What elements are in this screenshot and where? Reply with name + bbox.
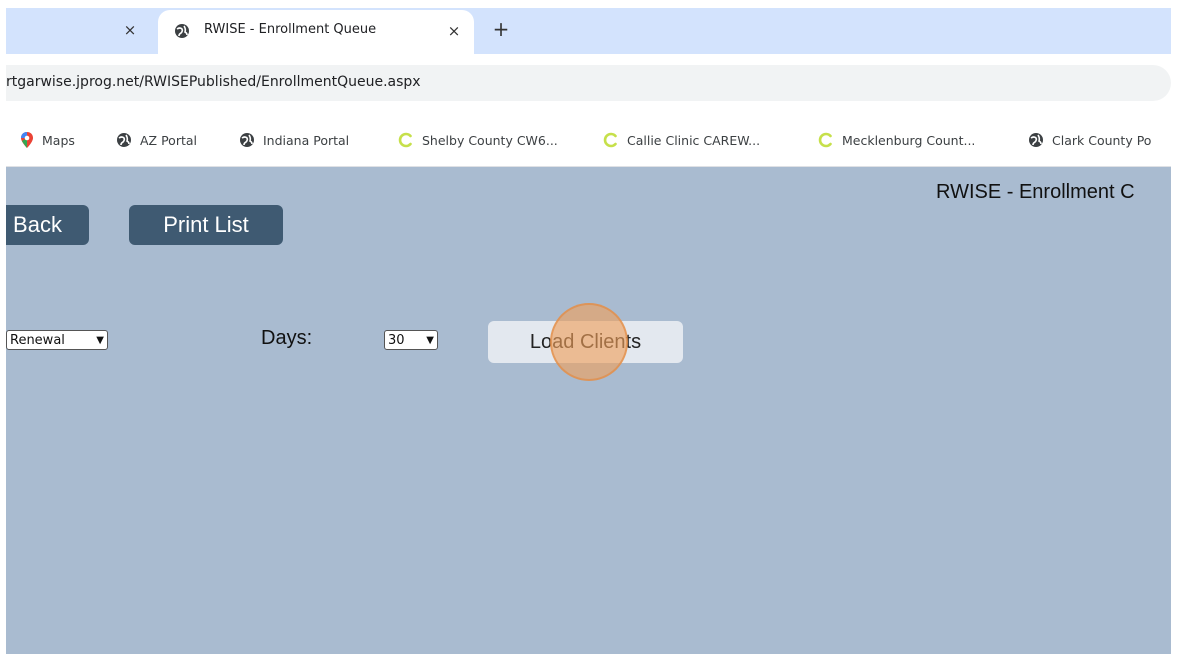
maps-pin-icon: [21, 132, 33, 148]
globe-icon: [1029, 133, 1043, 147]
enrollment-type-value: Renewal: [10, 332, 65, 348]
browser-toolbar: rtgarwise.jprog.net/RWISEPublished/Enrol…: [6, 54, 1171, 112]
chevron-down-icon: ▼: [426, 334, 434, 346]
new-tab-icon[interactable]: +: [488, 16, 514, 42]
tab-enrollment-queue[interactable]: RWISE - Enrollment Queue ×: [158, 10, 474, 54]
globe-icon: [117, 133, 131, 147]
bookmark-maps[interactable]: Maps: [20, 130, 75, 150]
bookmark-clark-county[interactable]: Clark County Po: [1028, 130, 1151, 150]
page-title: RWISE - Enrollment C: [936, 181, 1135, 203]
loading-c-icon: [818, 132, 832, 148]
bookmark-label: Clark County Po: [1052, 132, 1152, 148]
bookmarks-bar: Maps AZ Portal Indiana Portal Shelby Cou…: [6, 112, 1171, 167]
bookmark-az-portal[interactable]: AZ Portal: [116, 130, 197, 150]
address-url: rtgarwise.jprog.net/RWISEPublished/Enrol…: [6, 74, 421, 90]
bookmark-indiana-portal[interactable]: Indiana Portal: [239, 130, 349, 150]
globe-icon: [240, 133, 254, 147]
tab-close-icon[interactable]: ×: [442, 19, 466, 43]
browser-window: × RWISE - Enrollment Queue × + rtgarwise…: [6, 8, 1171, 654]
loading-c-icon: [398, 132, 412, 148]
enrollment-type-select[interactable]: Renewal ▼: [6, 330, 108, 350]
bookmark-mecklenburg-county[interactable]: Mecklenburg Count...: [818, 130, 975, 150]
bookmark-label: Indiana Portal: [263, 132, 350, 148]
tab-strip: × RWISE - Enrollment Queue × +: [6, 8, 1171, 54]
bookmark-label: AZ Portal: [140, 132, 198, 148]
previous-tab-close-icon[interactable]: ×: [118, 18, 142, 42]
address-bar[interactable]: rtgarwise.jprog.net/RWISEPublished/Enrol…: [6, 65, 1171, 101]
bookmark-shelby-county[interactable]: Shelby County CW6...: [398, 130, 558, 150]
days-select[interactable]: 30 ▼: [384, 330, 438, 350]
bookmark-label: Callie Clinic CAREW...: [627, 132, 761, 148]
loading-c-icon: [603, 132, 617, 148]
back-button[interactable]: Back: [6, 205, 89, 245]
tab-title: RWISE - Enrollment Queue: [204, 22, 377, 37]
globe-icon: [175, 24, 189, 38]
bookmark-label: Mecklenburg Count...: [842, 132, 976, 148]
page-content: RWISE - Enrollment C Back Print List Ren…: [6, 167, 1171, 654]
bookmark-label: Shelby County CW6...: [422, 132, 558, 148]
days-label: Days:: [261, 327, 313, 349]
print-list-button[interactable]: Print List: [129, 205, 283, 245]
bookmark-label: Maps: [42, 132, 75, 148]
chevron-down-icon: ▼: [96, 334, 104, 346]
bookmark-callie-clinic[interactable]: Callie Clinic CAREW...: [603, 130, 760, 150]
load-clients-button[interactable]: Load Clients: [488, 321, 683, 363]
days-value: 30: [388, 332, 405, 348]
